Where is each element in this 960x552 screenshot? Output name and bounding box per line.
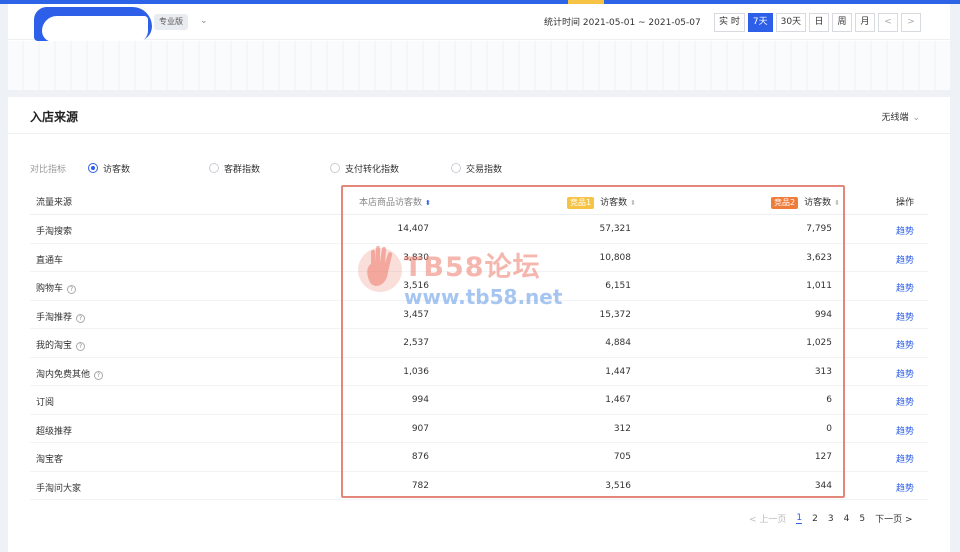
prev-period-button[interactable]: < (878, 13, 899, 32)
trend-link[interactable]: 趋势 (896, 224, 914, 237)
range-realtime-button[interactable]: 实 时 (714, 13, 745, 32)
source-name: 我的淘宝 (36, 341, 73, 351)
radio-label: 交易指数 (466, 164, 503, 175)
trend-link[interactable]: 趋势 (896, 281, 914, 294)
source-name: 直通车 (36, 255, 64, 266)
source-cell: 淘宝客 (36, 452, 63, 465)
source-name: 淘内免费其他 (36, 369, 91, 380)
radio-label: 支付转化指数 (345, 164, 400, 175)
next-page-button[interactable]: 下一页 > (875, 512, 912, 525)
source-cell: 购物车? (36, 281, 77, 294)
page-3-button[interactable]: 3 (828, 514, 834, 524)
radio-circle[interactable] (209, 163, 219, 173)
chevron-down-icon: ⌄ (912, 113, 920, 123)
page-2-button[interactable]: 2 (812, 514, 818, 524)
page-title: 入店来源 (30, 110, 79, 124)
radio-circle[interactable] (330, 163, 340, 173)
time-range-selector: 实 时 7天 30天 日 周 月 < > (714, 13, 922, 32)
pagination: < 上一页 1 2 3 4 5 下一页 > (744, 512, 917, 525)
competitor-highlight-box (341, 185, 845, 498)
trend-link[interactable]: 趋势 (896, 253, 914, 266)
range-30d-button[interactable]: 30天 (775, 13, 807, 32)
header-content-area (8, 41, 950, 90)
source-name: 超级推荐 (36, 426, 73, 437)
radio-circle-selected[interactable] (88, 163, 98, 173)
page-1-button[interactable]: 1 (796, 513, 803, 524)
terminal-select-label: 无线端 (881, 113, 909, 123)
compare-metric-label: 对比指标 (30, 165, 67, 175)
source-cell: 我的淘宝? (36, 338, 86, 351)
source-name: 手淘问大家 (36, 483, 82, 494)
card-header: 入店来源 无线端 ⌄ (8, 97, 950, 134)
page-4-button[interactable]: 4 (844, 514, 850, 524)
trend-link[interactable]: 趋势 (896, 338, 914, 351)
trend-link[interactable]: 趋势 (896, 424, 914, 437)
trend-link[interactable]: 趋势 (896, 452, 914, 465)
header-card: 专业版 ⌄ 统计时间 2021-05-01 ~ 2021-05-07 实 时 7… (8, 4, 950, 90)
source-cell: 淘内免费其他? (36, 367, 104, 380)
source-cell: 手淘搜索 (36, 224, 72, 237)
trend-link[interactable]: 趋势 (896, 395, 914, 408)
trend-link[interactable]: 趋势 (896, 367, 914, 380)
range-week-button[interactable]: 周 (832, 13, 853, 32)
watermark-hand-icon (358, 245, 402, 292)
radio-trade-index[interactable]: 交易指数 (451, 161, 502, 175)
col-source-header: 流量来源 (36, 198, 73, 208)
source-name: 购物车 (36, 284, 64, 294)
radio-label: 客群指数 (224, 164, 261, 175)
source-name: 淘宝客 (36, 455, 64, 465)
chevron-down-icon[interactable]: ⌄ (200, 16, 210, 26)
prev-page-button[interactable]: < 上一页 (749, 512, 786, 525)
radio-customer-index[interactable]: 客群指数 (209, 161, 260, 175)
radio-circle[interactable] (451, 163, 461, 173)
terminal-select[interactable]: 无线端 ⌄ (881, 110, 920, 123)
next-period-button[interactable]: > (901, 13, 922, 32)
watermark-url: www.tb58.net (404, 285, 563, 309)
radio-pay-conversion-index[interactable]: 支付转化指数 (330, 161, 399, 175)
help-icon[interactable]: ? (76, 342, 86, 351)
source-cell: 直通车 (36, 253, 63, 266)
header-row: 专业版 ⌄ 统计时间 2021-05-01 ~ 2021-05-07 实 时 7… (8, 4, 950, 42)
version-badge[interactable]: 专业版 (154, 14, 188, 30)
help-icon[interactable]: ? (76, 313, 86, 323)
redacted-shop-name-mask (42, 16, 148, 42)
source-name: 手淘搜索 (36, 227, 73, 237)
source-cell: 订阅 (36, 395, 54, 408)
source-cell: 手淘推荐? (36, 310, 86, 323)
source-name: 手淘推荐 (36, 312, 73, 323)
range-7d-button[interactable]: 7天 (747, 13, 773, 32)
compare-metric-row: 对比指标 访客数 客群指数 支付转化指数 交易指数 (30, 161, 630, 175)
page-5-button[interactable]: 5 (859, 514, 865, 524)
stat-time-range: 统计时间 2021-05-01 ~ 2021-05-07 (544, 18, 701, 28)
watermark-text: TB58论坛 (404, 252, 541, 283)
help-icon[interactable]: ? (94, 370, 104, 380)
help-icon[interactable]: ? (67, 285, 77, 294)
trend-link[interactable]: 趋势 (896, 481, 914, 494)
col-action-header: 操作 (896, 198, 915, 208)
range-month-button[interactable]: 月 (855, 13, 876, 32)
radio-visitors[interactable]: 访客数 (88, 161, 130, 175)
range-day-button[interactable]: 日 (809, 13, 830, 32)
trend-link[interactable]: 趋势 (896, 310, 914, 323)
radio-label: 访客数 (103, 164, 131, 175)
source-cell: 超级推荐 (36, 424, 72, 437)
source-name: 订阅 (36, 398, 55, 408)
source-cell: 手淘问大家 (36, 481, 81, 494)
